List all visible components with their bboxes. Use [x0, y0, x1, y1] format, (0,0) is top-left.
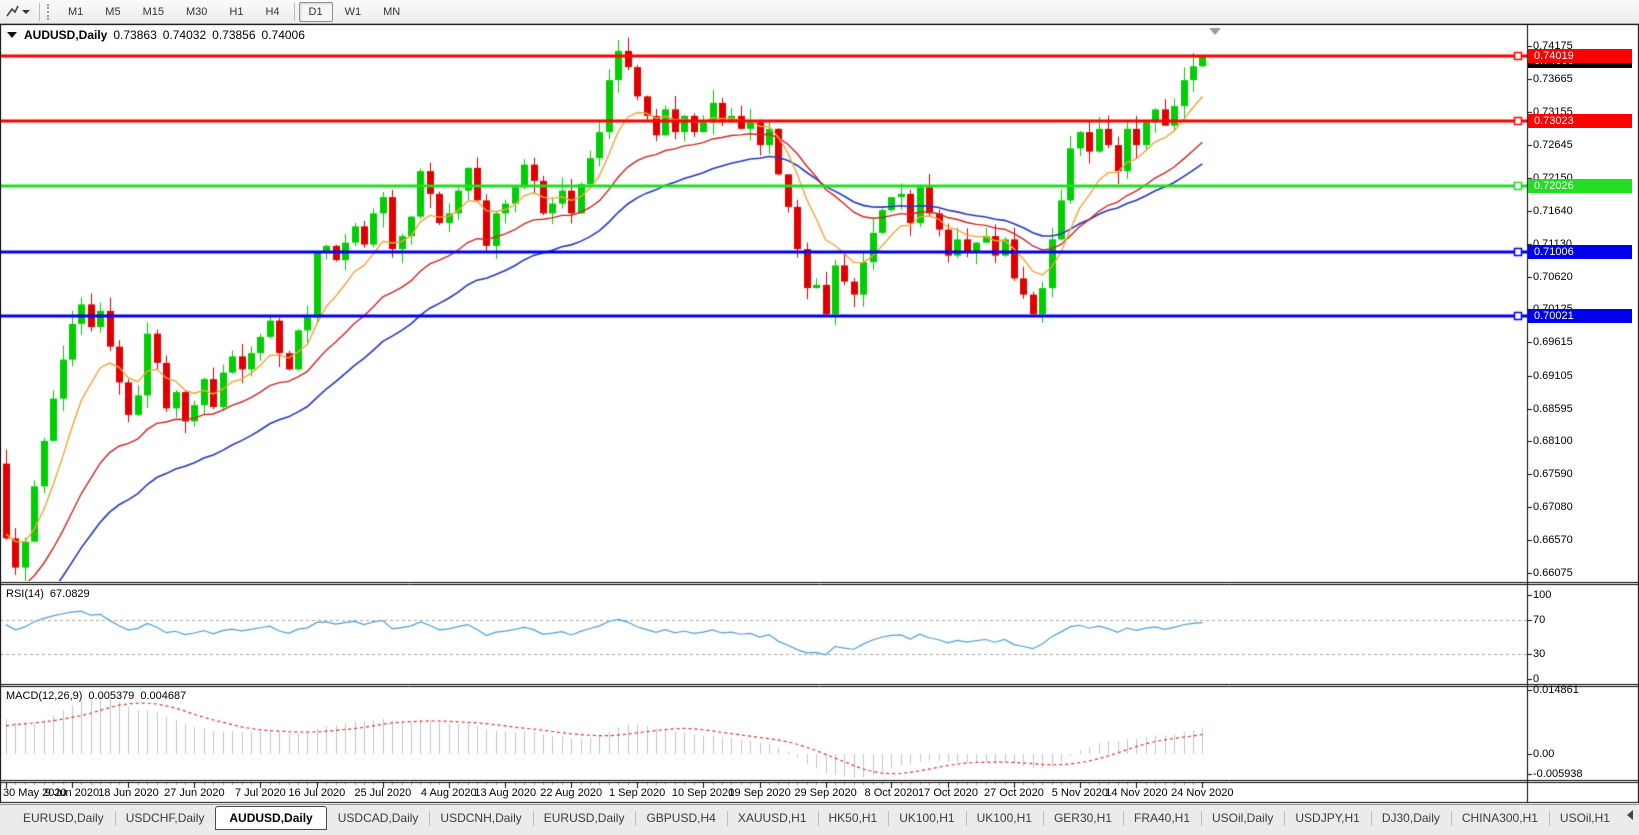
timeframe-button-m15[interactable]: M15 — [133, 2, 174, 22]
price-line-badge: 0.74019 — [1528, 49, 1632, 63]
price-line-badge: 0.73023 — [1528, 114, 1632, 128]
price-axis-label: 0.66075 — [1533, 567, 1573, 579]
price-axis-label: 0.72645 — [1533, 139, 1573, 151]
chart-tab-uk100-h1[interactable]: UK100,H1 — [888, 807, 965, 830]
date-axis-label: 18 Jun 2020 — [98, 787, 159, 799]
price-axis-label: 0.68595 — [1533, 403, 1573, 415]
date-axis-label: 22 Aug 2020 — [540, 787, 602, 799]
price-axis-label: 0.67590 — [1533, 468, 1573, 480]
ohlc-open: 0.73863 — [113, 28, 156, 42]
price-axis-label: 0.70620 — [1533, 271, 1573, 283]
chart-title: AUDUSD,Daily 0.73863 0.74032 0.73856 0.7… — [7, 28, 305, 42]
price-axis-label: 0.67080 — [1533, 501, 1573, 513]
timeframe-button-h1[interactable]: H1 — [219, 2, 253, 22]
date-axis-label: 19 Sep 2020 — [728, 787, 790, 799]
timeframe-group: M1M5M15M30H1H4 — [57, 2, 291, 22]
macd-indicator-label: MACD(12,26,9) 0.005379 0.004687 — [6, 690, 186, 702]
timeframe-button-m1[interactable]: M1 — [58, 2, 93, 22]
chart-tab-usdchf-daily[interactable]: USDCHF,Daily — [115, 807, 216, 830]
date-axis-label: 27 Jun 2020 — [164, 787, 225, 799]
date-axis-label: 27 Oct 2020 — [984, 787, 1044, 799]
chart-tab-fra40-h1[interactable]: FRA40,H1 — [1123, 807, 1201, 830]
tab-scroll-buttons — [1621, 805, 1639, 820]
timeframe-toolbar: M1M5M15M30H1H4 D1W1MN — [0, 0, 1639, 24]
price-axis-label: 0.69615 — [1533, 336, 1573, 348]
date-axis-label: 8 Oct 2020 — [865, 787, 919, 799]
price-line-badge: 0.70021 — [1528, 309, 1632, 323]
date-axis-label: 17 Oct 2020 — [918, 787, 978, 799]
chart-tab-usdcnh-daily[interactable]: USDCNH,Daily — [429, 807, 532, 830]
price-axis-label: 0.73665 — [1533, 73, 1573, 85]
price-axis-label: 0.66570 — [1533, 534, 1573, 546]
timeframe-button-d1[interactable]: D1 — [299, 2, 333, 22]
rsi-axis-label: 30 — [1533, 648, 1545, 660]
date-axis-label: 25 Jul 2020 — [354, 787, 411, 799]
date-axis-label: 10 Sep 2020 — [672, 787, 734, 799]
chart-tab-eurusd-daily[interactable]: EURUSD,Daily — [533, 807, 636, 830]
toolbar-divider — [39, 3, 40, 21]
macd-axis-label: 0.014861 — [1533, 684, 1579, 696]
rsi-value: 67.0829 — [50, 588, 90, 600]
toolbar-divider — [294, 3, 295, 21]
macd-main-value: 0.005379 — [88, 690, 134, 702]
date-axis-label: 1 Sep 2020 — [609, 787, 665, 799]
rsi-axis-label: 100 — [1533, 589, 1551, 601]
macd-axis-label: -0.005938 — [1533, 768, 1583, 780]
chart-canvas[interactable] — [0, 24, 1639, 804]
price-axis-label: 0.71640 — [1533, 205, 1573, 217]
chart-tab-china300-h1[interactable]: CHINA300,H1 — [1451, 807, 1549, 830]
chart-tab-ger30-h1[interactable]: GER30,H1 — [1043, 807, 1123, 830]
terminal-window: M1M5M15M30H1H4 D1W1MN AUDUSD,Daily 0.738… — [0, 0, 1639, 835]
date-axis-label: 7 Jul 2020 — [235, 787, 286, 799]
chart-tab-usdjpy-h1[interactable]: USDJPY,H1 — [1284, 807, 1370, 830]
chart-tab-xauusd-h1[interactable]: XAUUSD,H1 — [727, 807, 818, 830]
chart-tab-usoil-h1[interactable]: USOil,H1 — [1549, 807, 1621, 830]
chart-tab-usoil-daily[interactable]: USOil,Daily — [1201, 807, 1284, 830]
price-line-badge: 0.71006 — [1528, 245, 1632, 259]
price-line-badge: 0.72026 — [1528, 179, 1632, 193]
ohlc-close: 0.74006 — [262, 28, 305, 42]
price-axis-label: 0.69105 — [1533, 370, 1573, 382]
rsi-indicator-label: RSI(14) 67.0829 — [6, 588, 90, 600]
date-axis-label: 4 Aug 2020 — [421, 787, 477, 799]
rsi-name: RSI(14) — [6, 588, 44, 600]
collapse-arrow-icon[interactable] — [7, 32, 17, 38]
macd-name: MACD(12,26,9) — [6, 690, 82, 702]
date-axis-label: 24 Nov 2020 — [1171, 787, 1233, 799]
timeframe-button-m5[interactable]: M5 — [95, 2, 130, 22]
ohlc-low: 0.73856 — [212, 28, 255, 42]
timeframe-group: D1W1MN — [298, 2, 412, 22]
date-axis-label: 14 Nov 2020 — [1105, 787, 1167, 799]
date-axis-label: 16 Jul 2020 — [288, 787, 345, 799]
ohlc-high: 0.74032 — [163, 28, 206, 42]
macd-signal-value: 0.004687 — [140, 690, 186, 702]
rsi-axis-label: 70 — [1533, 614, 1545, 626]
macd-axis-label: 0.00 — [1533, 748, 1554, 760]
chart-tab-audusd-daily[interactable]: AUDUSD,Daily — [215, 806, 326, 830]
timeframe-button-h4[interactable]: H4 — [255, 2, 289, 22]
chart-tab-hk50-h1[interactable]: HK50,H1 — [818, 807, 889, 830]
chart-symbol: AUDUSD,Daily — [24, 28, 107, 42]
chart-tabs: EURUSD,DailyUSDCHF,DailyAUDUSD,DailyUSDC… — [12, 805, 1621, 830]
line-tool-icon — [6, 5, 19, 18]
timeframe-button-mn[interactable]: MN — [373, 2, 410, 22]
chart-tab-dj30-daily[interactable]: DJ30,Daily — [1371, 807, 1451, 830]
timeframe-button-m30[interactable]: M30 — [176, 2, 217, 22]
chart-tabbar: EURUSD,DailyUSDCHF,DailyAUDUSD,DailyUSDC… — [0, 804, 1639, 835]
chart-window: AUDUSD,Daily 0.73863 0.74032 0.73856 0.7… — [0, 24, 1639, 804]
line-tool-button[interactable] — [0, 0, 36, 23]
date-axis-label: 9 Jun 2020 — [45, 787, 99, 799]
chart-tab-usdcad-daily[interactable]: USDCAD,Daily — [327, 807, 430, 830]
chart-tab-uk100-h1[interactable]: UK100,H1 — [966, 807, 1043, 830]
date-axis-label: 5 Nov 2020 — [1052, 787, 1108, 799]
chart-tab-eurusd-daily[interactable]: EURUSD,Daily — [12, 807, 115, 830]
tab-scroll-left-icon[interactable] — [1627, 810, 1633, 820]
chart-tab-gbpusd-h4[interactable]: GBPUSD,H4 — [635, 807, 726, 830]
toolbar-grip — [47, 4, 53, 20]
chevron-down-icon — [22, 10, 30, 14]
date-axis-label: 29 Sep 2020 — [794, 787, 856, 799]
date-axis-label: 13 Aug 2020 — [474, 787, 536, 799]
price-axis-label: 0.68100 — [1533, 435, 1573, 447]
timeframe-button-w1[interactable]: W1 — [335, 2, 372, 22]
